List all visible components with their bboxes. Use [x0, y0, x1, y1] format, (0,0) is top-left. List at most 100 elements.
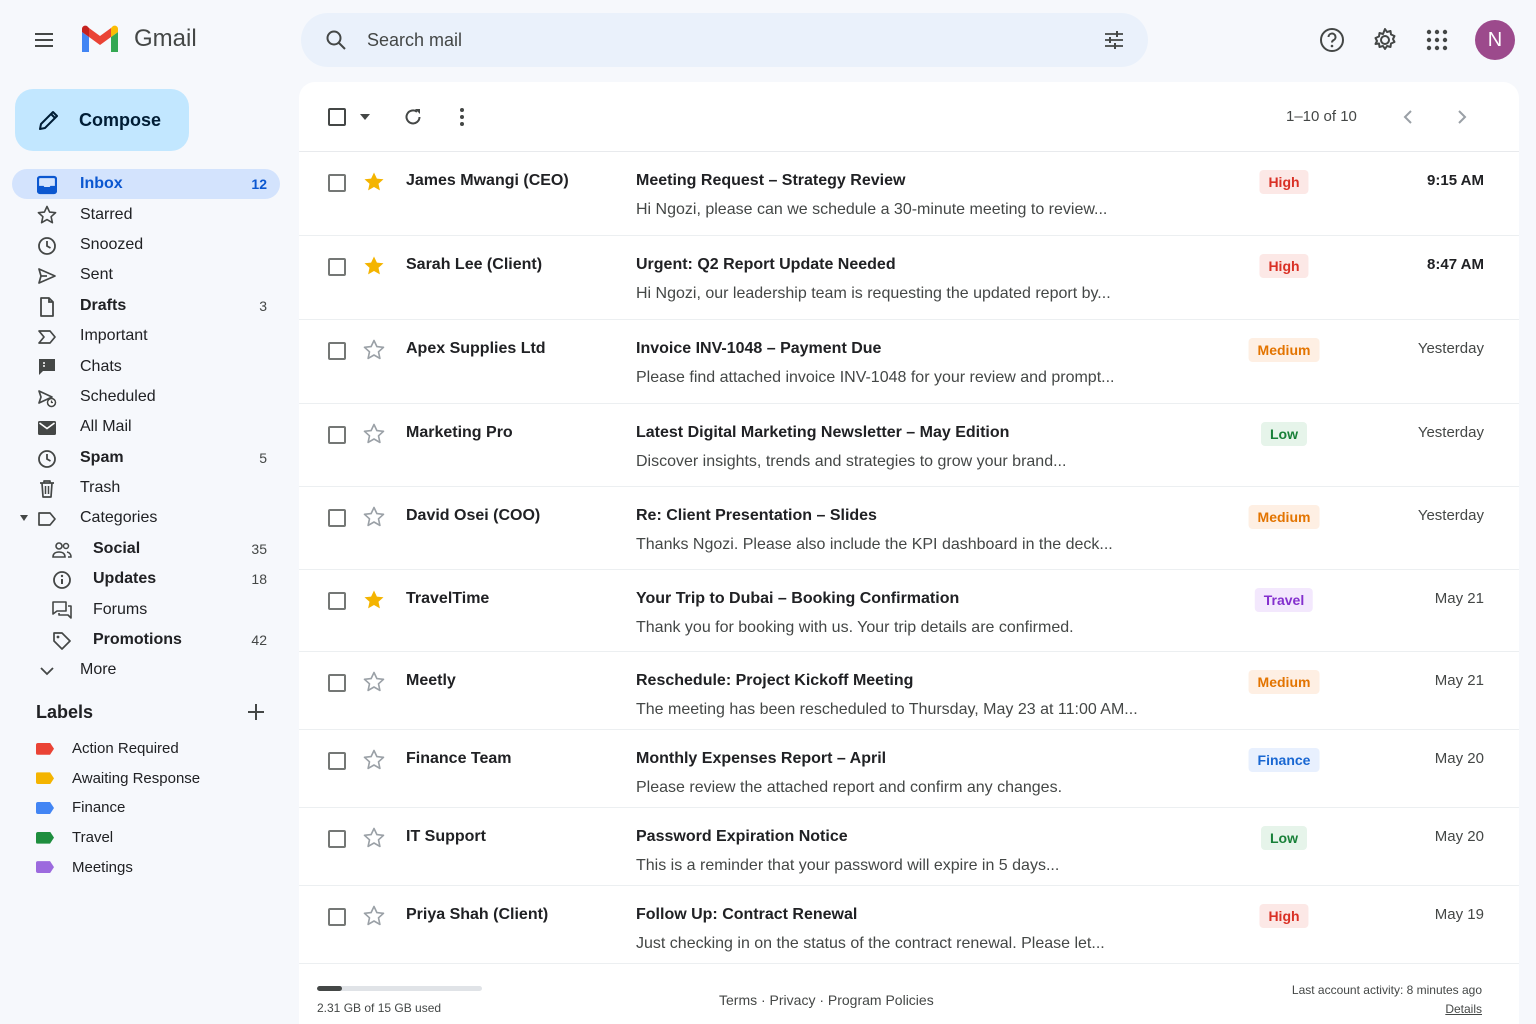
star-outline-icon[interactable]: [363, 423, 385, 445]
search-input[interactable]: [367, 25, 1067, 55]
unread-count: 5: [259, 449, 267, 466]
sidebar-item-forums[interactable]: Forums: [12, 594, 280, 624]
labels-header: Labels: [36, 702, 272, 726]
email-sender: Apex Supplies Ltd: [406, 340, 546, 357]
label-item-travel[interactable]: Travel: [36, 823, 200, 853]
older-button[interactable]: [1451, 106, 1473, 128]
sidebar-item-social[interactable]: Social 35: [12, 534, 280, 564]
star-outline-icon[interactable]: [363, 506, 385, 528]
row-checkbox[interactable]: [328, 342, 346, 360]
sidebar-item-label: Inbox: [80, 175, 123, 193]
select-all-checkbox[interactable]: [326, 106, 348, 128]
apps-button[interactable]: [1421, 24, 1453, 56]
row-checkbox[interactable]: [328, 426, 346, 444]
email-sender: Meetly: [406, 672, 456, 689]
sidebar-item-label: Updates: [93, 570, 157, 588]
label-item-meetings[interactable]: Meetings: [36, 852, 200, 882]
star-filled-icon[interactable]: [363, 255, 385, 277]
email-row[interactable]: David Osei (COO) Re: Client Presentation …: [299, 487, 1519, 570]
main-menu-button[interactable]: [32, 28, 56, 52]
sidebar-item-inbox[interactable]: Inbox 12: [12, 169, 280, 200]
row-checkbox[interactable]: [328, 830, 346, 848]
sidebar-item-scheduled[interactable]: Scheduled: [12, 382, 280, 412]
label-item-finance[interactable]: Finance: [36, 793, 200, 823]
email-row[interactable]: Apex Supplies Ltd Invoice INV-1048 – Paym…: [299, 320, 1519, 404]
row-checkbox[interactable]: [328, 174, 346, 192]
expand-caret-icon[interactable]: [20, 515, 28, 522]
label-item-action-required[interactable]: Action Required: [36, 734, 200, 764]
storage-bar: [317, 986, 482, 991]
email-snippet: The meeting has been rescheduled to Thur…: [636, 701, 1138, 718]
email-row[interactable]: Priya Shah (Client) Follow Up: Contract R…: [299, 886, 1519, 964]
sidebar-item-spam[interactable]: Spam 5: [12, 443, 280, 473]
email-row[interactable]: Sarah Lee (Client) Urgent: Q2 Report Upda…: [299, 236, 1519, 320]
email-row[interactable]: TravelTime Your Trip to Dubai – Booking C…: [299, 570, 1519, 652]
apps-grid-icon: [1426, 29, 1448, 51]
select-menu-button[interactable]: [354, 106, 376, 128]
sidebar-item-chats[interactable]: Chats: [12, 351, 280, 381]
help-button[interactable]: [1316, 24, 1348, 56]
account-avatar[interactable]: N: [1475, 20, 1515, 60]
email-time: Yesterday: [1417, 507, 1484, 524]
label-color-icon: [36, 772, 54, 785]
search-options-icon[interactable]: [1102, 28, 1126, 52]
sidebar-item-important[interactable]: Important: [12, 321, 280, 351]
trash-icon: [36, 478, 58, 500]
add-label-icon[interactable]: [246, 702, 266, 722]
email-row[interactable]: Finance Team Monthly Expenses Report – Ap…: [299, 730, 1519, 808]
star-outline-icon[interactable]: [363, 339, 385, 361]
details-link[interactable]: Details: [1445, 1002, 1482, 1016]
star-filled-icon[interactable]: [363, 171, 385, 193]
star-outline-icon[interactable]: [363, 671, 385, 693]
sidebar-item-promotions[interactable]: Promotions 42: [12, 625, 280, 655]
star-outline-icon[interactable]: [363, 905, 385, 927]
label-color-icon: [36, 801, 54, 814]
sidebar-item-starred[interactable]: Starred: [12, 199, 280, 229]
star-outline-icon[interactable]: [363, 827, 385, 849]
email-sender: Priya Shah (Client): [406, 906, 549, 923]
email-subject: Monthly Expenses Report – April: [636, 750, 887, 767]
more-vert-icon: [460, 108, 464, 126]
sidebar-item-categories[interactable]: Categories: [12, 503, 280, 533]
row-checkbox[interactable]: [328, 509, 346, 527]
sidebar-item-label: Starred: [80, 205, 133, 223]
search-icon[interactable]: [324, 28, 348, 52]
more-actions-button[interactable]: [451, 106, 473, 128]
email-row[interactable]: IT Support Password Expiration Notice This…: [299, 808, 1519, 886]
sidebar-item-label: Trash: [80, 479, 121, 497]
sidebar-item-sent[interactable]: Sent: [12, 260, 280, 290]
sidebar-item-trash[interactable]: Trash: [12, 473, 280, 503]
email-row[interactable]: Meetly Reschedule: Project Kickoff Meetin…: [299, 652, 1519, 730]
gmail-logo[interactable]: Gmail: [80, 24, 197, 54]
star-outline-icon[interactable]: [363, 749, 385, 771]
sidebar-item-updates[interactable]: Updates 18: [12, 564, 280, 594]
compose-button[interactable]: Compose: [15, 89, 189, 151]
search-bar[interactable]: [301, 13, 1148, 67]
row-checkbox[interactable]: [328, 908, 346, 926]
label-item-awaiting-response[interactable]: Awaiting Response: [36, 764, 200, 794]
email-time: May 21: [1434, 672, 1484, 689]
newer-button[interactable]: [1397, 106, 1419, 128]
refresh-button[interactable]: [402, 106, 424, 128]
row-checkbox[interactable]: [328, 674, 346, 692]
star-filled-icon[interactable]: [363, 589, 385, 611]
sidebar-item-all-mail[interactable]: All Mail: [12, 412, 280, 442]
scheduled-send-icon: [36, 387, 58, 409]
star-outline-icon: [36, 204, 58, 226]
label-name: Awaiting Response: [72, 769, 201, 787]
sidebar-item-drafts[interactable]: Drafts 3: [12, 291, 280, 321]
settings-button[interactable]: [1369, 24, 1401, 56]
row-checkbox[interactable]: [328, 258, 346, 276]
email-row[interactable]: Marketing Pro Latest Digital Marketing Ne…: [299, 404, 1519, 487]
help-icon: [1320, 28, 1344, 52]
footer-links[interactable]: Terms · Privacy · Program Policies: [719, 992, 934, 1008]
list-toolbar: 1–10 of 10: [299, 82, 1519, 152]
draft-icon: [36, 296, 58, 318]
forum-icon: [51, 599, 73, 621]
priority-badge: High: [1259, 904, 1309, 928]
row-checkbox[interactable]: [328, 752, 346, 770]
sidebar-item-more[interactable]: More: [12, 655, 280, 685]
email-row[interactable]: James Mwangi (CEO) Meeting Request – Stra…: [299, 152, 1519, 236]
sidebar-item-snoozed[interactable]: Snoozed: [12, 230, 280, 260]
row-checkbox[interactable]: [328, 592, 346, 610]
